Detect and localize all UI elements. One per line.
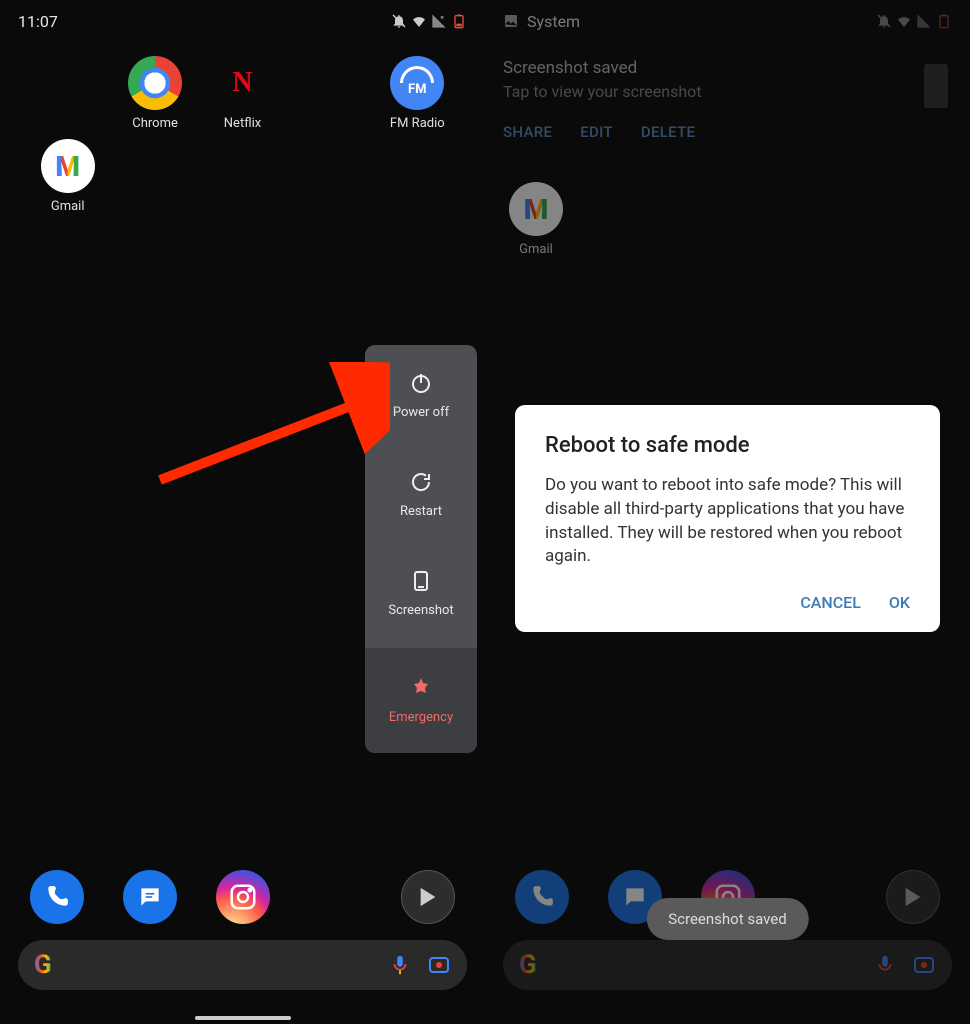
emergency-item[interactable]: Emergency xyxy=(365,648,477,753)
dock-playstore[interactable] xyxy=(401,870,455,924)
emergency-icon xyxy=(409,676,433,700)
restart-item[interactable]: Restart xyxy=(365,444,477,543)
search-bar[interactable]: G xyxy=(503,940,952,990)
dock-messages[interactable] xyxy=(123,870,177,924)
status-bar: 11:07 × xyxy=(0,0,485,42)
app-gmail[interactable]: Gmail xyxy=(509,182,563,257)
signal-icon: × xyxy=(431,13,447,29)
phone-icon xyxy=(529,884,555,910)
power-off-item[interactable]: Power off xyxy=(365,345,477,444)
dock-phone[interactable] xyxy=(30,870,84,924)
screenshot-left: 11:07 × Chrome NNetflix FM Radio Gmail P… xyxy=(0,0,485,1024)
netflix-icon: N xyxy=(215,56,269,110)
svg-text:×: × xyxy=(440,14,444,22)
battery-icon xyxy=(451,13,467,29)
dock-instagram[interactable] xyxy=(216,870,270,924)
wifi-icon xyxy=(896,13,912,29)
share-button[interactable]: SHARE xyxy=(503,123,552,141)
wifi-icon xyxy=(411,13,427,29)
screenshot-right: System Screenshot saved Tap to view your… xyxy=(485,0,970,1024)
play-icon xyxy=(417,886,439,908)
instagram-icon xyxy=(228,882,258,912)
notification-title: Screenshot saved xyxy=(503,58,952,78)
power-icon xyxy=(409,371,433,395)
safe-mode-dialog: Reboot to safe mode Do you want to reboo… xyxy=(515,405,940,632)
status-icons xyxy=(876,13,952,29)
cancel-button[interactable]: CANCEL xyxy=(800,593,861,612)
clock: 11:07 xyxy=(18,12,58,31)
app-netflix[interactable]: NNetflix xyxy=(199,56,286,131)
status-bar: System xyxy=(485,0,970,42)
power-menu: Power off Restart Screenshot Emergency xyxy=(365,345,477,753)
screenshot-item[interactable]: Screenshot xyxy=(365,543,477,642)
mic-icon[interactable] xyxy=(874,954,896,976)
message-icon xyxy=(622,884,648,910)
google-logo: G xyxy=(519,950,537,980)
gmail-icon xyxy=(509,182,563,236)
app-grid: Chrome NNetflix FM Radio Gmail xyxy=(0,56,485,214)
dnd-icon xyxy=(876,13,892,29)
ok-button[interactable]: OK xyxy=(889,593,910,612)
status-icons: × xyxy=(391,13,467,29)
app-chrome[interactable]: Chrome xyxy=(111,56,198,131)
phone-icon xyxy=(44,884,70,910)
toast: Screenshot saved xyxy=(646,898,808,940)
dock xyxy=(0,870,485,924)
chrome-icon xyxy=(128,56,182,110)
notification[interactable]: Screenshot saved Tap to view your screen… xyxy=(503,58,952,141)
dialog-title: Reboot to safe mode xyxy=(545,433,910,458)
dock-phone[interactable] xyxy=(515,870,569,924)
gmail-icon xyxy=(41,139,95,193)
search-bar[interactable]: G xyxy=(18,940,467,990)
fm-radio-icon xyxy=(390,56,444,110)
status-app-name: System xyxy=(527,12,580,31)
nav-handle[interactable] xyxy=(195,1016,291,1020)
google-logo: G xyxy=(34,950,52,980)
dialog-body: Do you want to reboot into safe mode? Th… xyxy=(545,474,910,569)
annotation-arrow-poweroff xyxy=(150,362,390,492)
dock-playstore[interactable] xyxy=(886,870,940,924)
edit-button[interactable]: EDIT xyxy=(580,123,613,141)
message-icon xyxy=(137,884,163,910)
notification-subtitle: Tap to view your screenshot xyxy=(503,82,952,101)
image-icon xyxy=(503,13,519,29)
mic-icon[interactable] xyxy=(389,954,411,976)
battery-icon xyxy=(936,13,952,29)
lens-icon[interactable] xyxy=(427,953,451,977)
delete-button[interactable]: DELETE xyxy=(641,123,695,141)
play-icon xyxy=(902,886,924,908)
dnd-icon xyxy=(391,13,407,29)
lens-icon[interactable] xyxy=(912,953,936,977)
signal-icon xyxy=(916,13,932,29)
screenshot-icon xyxy=(409,569,433,593)
notification-thumbnail xyxy=(924,64,948,108)
app-fmradio[interactable]: FM Radio xyxy=(374,56,461,131)
restart-icon xyxy=(409,470,433,494)
app-gmail[interactable]: Gmail xyxy=(24,139,111,214)
